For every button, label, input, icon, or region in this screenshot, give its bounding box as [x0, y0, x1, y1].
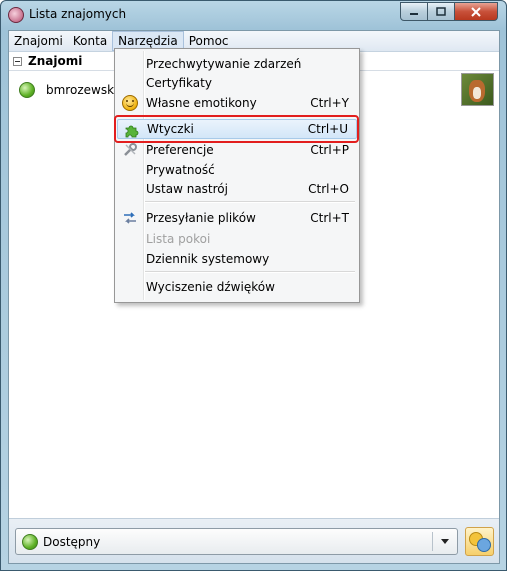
puzzle-icon [125, 125, 139, 138]
menu-separator [145, 115, 355, 117]
menu-item-label: Prywatność [146, 163, 215, 177]
menu-item-event-capture[interactable]: Przechwytywanie zdarzeń [117, 54, 357, 74]
file-transfer-icon [124, 212, 136, 224]
menu-item-mute-sounds[interactable]: Wyciszenie dźwięków [117, 277, 357, 297]
menu-item-label: Przesyłanie plików [146, 211, 256, 225]
menu-item-label: Lista pokoi [146, 232, 211, 246]
window-controls [400, 2, 498, 21]
smiley-icon [122, 95, 138, 111]
tools-dropdown-menu: Przechwytywanie zdarzeń Certyfikaty Włas… [114, 48, 360, 303]
title-bar[interactable]: Lista znajomych [1, 1, 506, 29]
menu-item-shortcut: Ctrl+T [310, 211, 349, 225]
combo-separator [432, 532, 433, 551]
group-name: Znajomi [28, 54, 83, 68]
menu-item-label: Wyciszenie dźwięków [146, 280, 275, 294]
menu-konta[interactable]: Konta [68, 31, 112, 51]
menu-item-shortcut: Ctrl+O [308, 182, 349, 196]
available-status-icon [19, 82, 35, 98]
menu-item-shortcut: Ctrl+P [310, 143, 349, 157]
status-selector[interactable]: Dostępny [15, 528, 458, 555]
settings-icon [124, 143, 137, 156]
collapse-icon[interactable] [13, 56, 22, 66]
maximize-button[interactable] [427, 2, 455, 21]
menu-item-label: Własne emotikony [146, 96, 257, 110]
menu-item-label: Przechwytywanie zdarzeń [146, 57, 302, 71]
chevron-down-icon[interactable] [441, 539, 449, 544]
available-status-icon [22, 534, 38, 550]
pidgin-app-icon [8, 7, 24, 23]
mood-button[interactable] [465, 527, 494, 556]
menu-item-label: Wtyczki [147, 122, 194, 136]
minimize-button[interactable] [400, 2, 428, 21]
menu-separator [145, 271, 355, 273]
menu-item-room-list: Lista pokoi [117, 229, 357, 249]
menu-item-label: Dziennik systemowy [146, 252, 270, 266]
dog-face [473, 87, 481, 99]
close-icon [471, 6, 481, 17]
menu-item-file-transfers[interactable]: Przesyłanie plików Ctrl+T [117, 208, 357, 228]
menu-item-custom-emoticons[interactable]: Własne emotikony Ctrl+Y [117, 93, 357, 113]
menu-item-label: Certyfikaty [146, 76, 212, 90]
menu-separator [145, 201, 355, 203]
menu-item-preferences[interactable]: Preferencje Ctrl+P [117, 140, 357, 160]
status-bar: Dostępny [9, 518, 499, 563]
menu-item-shortcut: Ctrl+U [307, 122, 348, 136]
menu-item-system-log[interactable]: Dziennik systemowy [117, 249, 357, 269]
menu-item-privacy[interactable]: Prywatność [117, 160, 357, 180]
menu-item-label: Preferencje [146, 143, 214, 157]
menu-item-label: Ustaw nastrój [146, 182, 228, 196]
menu-item-certificates[interactable]: Certyfikaty [117, 73, 357, 93]
buddy-avatar [461, 73, 494, 106]
buddy-icon [477, 538, 491, 552]
menu-znajomi[interactable]: Znajomi [9, 31, 68, 51]
menu-item-set-mood[interactable]: Ustaw nastrój Ctrl+O [117, 179, 357, 199]
close-button[interactable] [454, 2, 498, 21]
menu-item-plugins[interactable]: Wtyczki Ctrl+U [117, 119, 357, 139]
window-title: Lista znajomych [29, 7, 127, 21]
maximize-icon [436, 7, 446, 16]
status-label: Dostępny [43, 535, 101, 549]
minimize-icon [410, 12, 418, 15]
menu-item-shortcut: Ctrl+Y [310, 96, 349, 110]
